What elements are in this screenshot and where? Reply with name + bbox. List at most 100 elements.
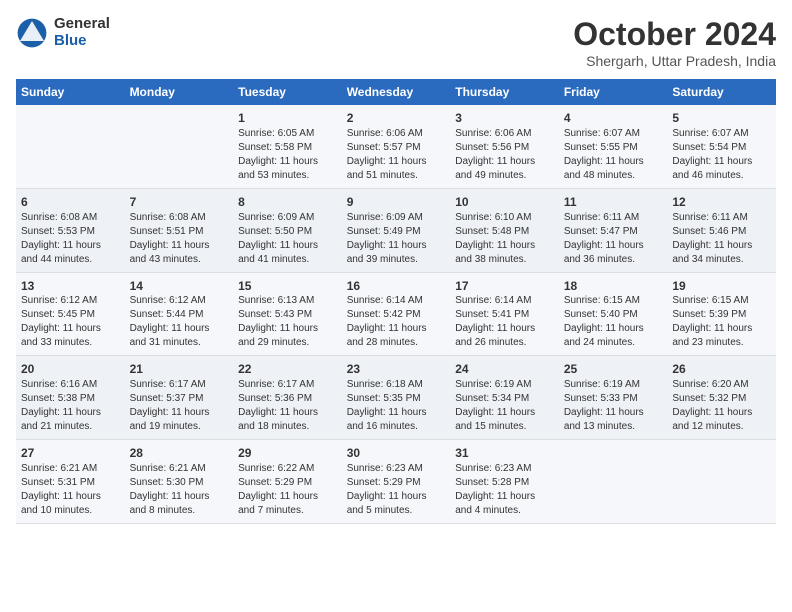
day-info: Sunrise: 6:06 AMSunset: 5:57 PMDaylight:…: [347, 127, 446, 183]
calendar-week-row: 27Sunrise: 6:21 AMSunset: 5:31 PMDayligh…: [16, 440, 776, 524]
day-number: 7: [130, 194, 229, 211]
day-info: Sunrise: 6:16 AMSunset: 5:38 PMDaylight:…: [21, 378, 120, 434]
header-tuesday: Tuesday: [233, 79, 342, 105]
day-number: 14: [130, 278, 229, 295]
calendar-cell: 6Sunrise: 6:08 AMSunset: 5:53 PMDaylight…: [16, 188, 125, 272]
day-number: 23: [347, 361, 446, 378]
day-info: Sunrise: 6:14 AMSunset: 5:41 PMDaylight:…: [455, 294, 554, 350]
day-info: Sunrise: 6:13 AMSunset: 5:43 PMDaylight:…: [238, 294, 337, 350]
day-info: Sunrise: 6:19 AMSunset: 5:33 PMDaylight:…: [564, 378, 663, 434]
day-info: Sunrise: 6:23 AMSunset: 5:28 PMDaylight:…: [455, 462, 554, 518]
calendar-cell: 5Sunrise: 6:07 AMSunset: 5:54 PMDaylight…: [667, 105, 776, 188]
calendar-cell: 25Sunrise: 6:19 AMSunset: 5:33 PMDayligh…: [559, 356, 668, 440]
header-monday: Monday: [125, 79, 234, 105]
day-number: 20: [21, 361, 120, 378]
day-number: 18: [564, 278, 663, 295]
day-number: 19: [672, 278, 771, 295]
calendar-cell: 27Sunrise: 6:21 AMSunset: 5:31 PMDayligh…: [16, 440, 125, 524]
day-number: 15: [238, 278, 337, 295]
day-number: 3: [455, 110, 554, 127]
header-thursday: Thursday: [450, 79, 559, 105]
calendar-cell: 20Sunrise: 6:16 AMSunset: 5:38 PMDayligh…: [16, 356, 125, 440]
calendar-cell: 29Sunrise: 6:22 AMSunset: 5:29 PMDayligh…: [233, 440, 342, 524]
day-number: 21: [130, 361, 229, 378]
day-number: 27: [21, 445, 120, 462]
calendar-cell: 22Sunrise: 6:17 AMSunset: 5:36 PMDayligh…: [233, 356, 342, 440]
calendar-cell: 17Sunrise: 6:14 AMSunset: 5:41 PMDayligh…: [450, 272, 559, 356]
day-number: 5: [672, 110, 771, 127]
day-number: 1: [238, 110, 337, 127]
logo-general: General: [54, 16, 110, 33]
title-block: October 2024 Shergarh, Uttar Pradesh, In…: [573, 16, 776, 69]
calendar-cell: 24Sunrise: 6:19 AMSunset: 5:34 PMDayligh…: [450, 356, 559, 440]
logo: General Blue: [16, 16, 110, 49]
calendar-cell: 21Sunrise: 6:17 AMSunset: 5:37 PMDayligh…: [125, 356, 234, 440]
calendar-cell: 1Sunrise: 6:05 AMSunset: 5:58 PMDaylight…: [233, 105, 342, 188]
calendar-cell: 4Sunrise: 6:07 AMSunset: 5:55 PMDaylight…: [559, 105, 668, 188]
day-number: 10: [455, 194, 554, 211]
day-info: Sunrise: 6:22 AMSunset: 5:29 PMDaylight:…: [238, 462, 337, 518]
day-number: 12: [672, 194, 771, 211]
calendar-cell: 19Sunrise: 6:15 AMSunset: 5:39 PMDayligh…: [667, 272, 776, 356]
logo-icon: [16, 17, 48, 49]
header-wednesday: Wednesday: [342, 79, 451, 105]
day-number: 24: [455, 361, 554, 378]
day-info: Sunrise: 6:19 AMSunset: 5:34 PMDaylight:…: [455, 378, 554, 434]
day-info: Sunrise: 6:23 AMSunset: 5:29 PMDaylight:…: [347, 462, 446, 518]
day-info: Sunrise: 6:09 AMSunset: 5:50 PMDaylight:…: [238, 211, 337, 267]
calendar-cell: 7Sunrise: 6:08 AMSunset: 5:51 PMDaylight…: [125, 188, 234, 272]
day-number: 28: [130, 445, 229, 462]
calendar-cell: [125, 105, 234, 188]
day-number: 29: [238, 445, 337, 462]
day-info: Sunrise: 6:12 AMSunset: 5:45 PMDaylight:…: [21, 294, 120, 350]
logo-text: General Blue: [54, 16, 110, 49]
location-subtitle: Shergarh, Uttar Pradesh, India: [573, 53, 776, 69]
day-info: Sunrise: 6:05 AMSunset: 5:58 PMDaylight:…: [238, 127, 337, 183]
calendar-cell: 12Sunrise: 6:11 AMSunset: 5:46 PMDayligh…: [667, 188, 776, 272]
calendar-cell: 3Sunrise: 6:06 AMSunset: 5:56 PMDaylight…: [450, 105, 559, 188]
day-info: Sunrise: 6:18 AMSunset: 5:35 PMDaylight:…: [347, 378, 446, 434]
day-number: 30: [347, 445, 446, 462]
header-saturday: Saturday: [667, 79, 776, 105]
calendar-week-row: 1Sunrise: 6:05 AMSunset: 5:58 PMDaylight…: [16, 105, 776, 188]
calendar-cell: [667, 440, 776, 524]
day-info: Sunrise: 6:07 AMSunset: 5:54 PMDaylight:…: [672, 127, 771, 183]
day-info: Sunrise: 6:12 AMSunset: 5:44 PMDaylight:…: [130, 294, 229, 350]
calendar-cell: 2Sunrise: 6:06 AMSunset: 5:57 PMDaylight…: [342, 105, 451, 188]
day-info: Sunrise: 6:08 AMSunset: 5:53 PMDaylight:…: [21, 211, 120, 267]
day-number: 25: [564, 361, 663, 378]
day-number: 2: [347, 110, 446, 127]
header-friday: Friday: [559, 79, 668, 105]
calendar-cell: 13Sunrise: 6:12 AMSunset: 5:45 PMDayligh…: [16, 272, 125, 356]
calendar-cell: 28Sunrise: 6:21 AMSunset: 5:30 PMDayligh…: [125, 440, 234, 524]
day-number: 9: [347, 194, 446, 211]
calendar-cell: 10Sunrise: 6:10 AMSunset: 5:48 PMDayligh…: [450, 188, 559, 272]
day-info: Sunrise: 6:15 AMSunset: 5:39 PMDaylight:…: [672, 294, 771, 350]
logo-blue: Blue: [54, 33, 110, 50]
calendar-cell: 11Sunrise: 6:11 AMSunset: 5:47 PMDayligh…: [559, 188, 668, 272]
calendar-cell: 30Sunrise: 6:23 AMSunset: 5:29 PMDayligh…: [342, 440, 451, 524]
calendar-table: SundayMondayTuesdayWednesdayThursdayFrid…: [16, 79, 776, 524]
calendar-cell: 18Sunrise: 6:15 AMSunset: 5:40 PMDayligh…: [559, 272, 668, 356]
day-number: 26: [672, 361, 771, 378]
calendar-week-row: 6Sunrise: 6:08 AMSunset: 5:53 PMDaylight…: [16, 188, 776, 272]
header-sunday: Sunday: [16, 79, 125, 105]
day-number: 22: [238, 361, 337, 378]
day-info: Sunrise: 6:06 AMSunset: 5:56 PMDaylight:…: [455, 127, 554, 183]
month-title: October 2024: [573, 16, 776, 53]
day-info: Sunrise: 6:17 AMSunset: 5:36 PMDaylight:…: [238, 378, 337, 434]
calendar-cell: 14Sunrise: 6:12 AMSunset: 5:44 PMDayligh…: [125, 272, 234, 356]
page-header: General Blue October 2024 Shergarh, Utta…: [16, 16, 776, 69]
day-info: Sunrise: 6:11 AMSunset: 5:46 PMDaylight:…: [672, 211, 771, 267]
day-info: Sunrise: 6:08 AMSunset: 5:51 PMDaylight:…: [130, 211, 229, 267]
day-info: Sunrise: 6:10 AMSunset: 5:48 PMDaylight:…: [455, 211, 554, 267]
calendar-cell: 16Sunrise: 6:14 AMSunset: 5:42 PMDayligh…: [342, 272, 451, 356]
calendar-week-row: 20Sunrise: 6:16 AMSunset: 5:38 PMDayligh…: [16, 356, 776, 440]
calendar-cell: 9Sunrise: 6:09 AMSunset: 5:49 PMDaylight…: [342, 188, 451, 272]
day-info: Sunrise: 6:20 AMSunset: 5:32 PMDaylight:…: [672, 378, 771, 434]
day-number: 13: [21, 278, 120, 295]
day-number: 4: [564, 110, 663, 127]
day-number: 11: [564, 194, 663, 211]
day-number: 16: [347, 278, 446, 295]
day-info: Sunrise: 6:21 AMSunset: 5:30 PMDaylight:…: [130, 462, 229, 518]
